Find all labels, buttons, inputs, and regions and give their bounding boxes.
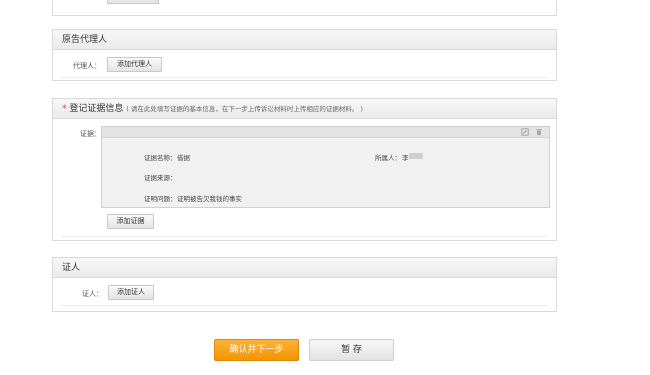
add-agent-button[interactable]: 添加代理人 bbox=[107, 57, 162, 72]
plaintiff-agent-title: 原告代理人 bbox=[53, 30, 556, 50]
evidence-purpose-value: 证明被告欠我钱的事实 bbox=[177, 195, 242, 203]
witness-panel: 证人 证人： 添加证人 bbox=[52, 257, 557, 312]
plaintiff-agent-panel: 原告代理人 代理人： 添加代理人 bbox=[52, 29, 557, 81]
edit-icon[interactable] bbox=[521, 128, 529, 136]
evidence-name-label: 证据名称： bbox=[144, 154, 177, 162]
evidence-source-label: 证据来源： bbox=[144, 174, 177, 182]
confirm-next-button[interactable]: 确认并下一步 bbox=[214, 339, 299, 361]
agent-label: 代理人： bbox=[73, 62, 101, 70]
witness-label: 证人： bbox=[82, 290, 103, 298]
evidence-purpose-label: 证明问题： bbox=[144, 195, 177, 203]
evidence-header: * 登记证据信息 ( 请在此处填写证据的基本信息，在下一步上传诉讼材料时上传相应… bbox=[53, 99, 556, 119]
evidence-title: 登记证据信息 bbox=[69, 104, 124, 114]
owner-redacted-block bbox=[409, 153, 423, 159]
evidence-label: 证据： bbox=[80, 130, 101, 138]
save-draft-button[interactable]: 暂 存 bbox=[309, 339, 394, 361]
top-partial-button bbox=[107, 0, 159, 4]
trash-icon[interactable] bbox=[535, 128, 543, 136]
evidence-owner-value: 李 bbox=[402, 154, 409, 162]
add-witness-button[interactable]: 添加证人 bbox=[108, 285, 154, 300]
evidence-hint: ( 请在此处填写证据的基本信息，在下一步上传诉讼材料时上传相应的证据材料。 ) bbox=[126, 105, 363, 113]
evidence-name-value: 借据 bbox=[177, 154, 190, 162]
evidence-card-toolbar bbox=[102, 127, 549, 138]
witness-title: 证人 bbox=[53, 258, 556, 278]
required-mark: * bbox=[62, 104, 67, 114]
divider bbox=[61, 305, 548, 306]
evidence-card: 证据名称： 借据 所属人： 李 证据来源： 证明问题： 证明被告欠我钱的事实 bbox=[101, 126, 550, 208]
add-evidence-button[interactable]: 添加证据 bbox=[107, 214, 154, 229]
divider bbox=[61, 236, 548, 237]
divider bbox=[61, 77, 548, 78]
evidence-owner-label: 所属人： bbox=[375, 154, 401, 162]
